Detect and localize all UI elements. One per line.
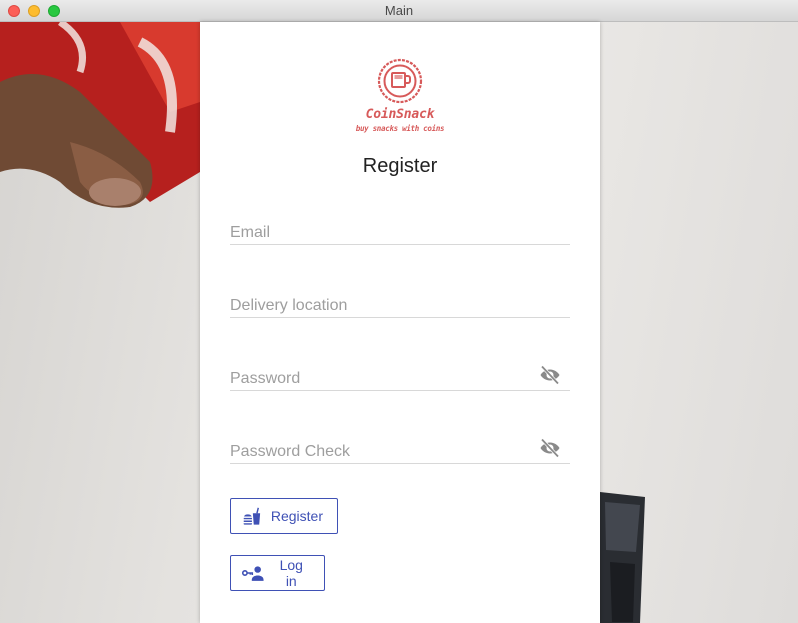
coin-cup-icon: [377, 58, 423, 104]
register-button[interactable]: Register: [230, 498, 338, 534]
login-button-label: Log in: [279, 557, 303, 589]
email-field[interactable]: [230, 221, 570, 245]
window-title: Main: [384, 3, 414, 18]
person-key-icon: [241, 566, 264, 581]
delivery-location-field-wrapper: [230, 288, 570, 318]
delivery-location-field[interactable]: [230, 294, 570, 318]
password-check-field-wrapper: [230, 434, 570, 464]
brand-name: CoinSnack: [365, 107, 435, 122]
email-field-wrapper: [230, 215, 570, 245]
visibility-off-icon[interactable]: [538, 363, 562, 387]
password-check-field[interactable]: [230, 440, 570, 464]
login-button[interactable]: Log in: [230, 555, 325, 591]
register-card: CoinSnack buy snacks with coins Register: [200, 22, 600, 623]
password-field[interactable]: [230, 367, 570, 391]
fastfood-icon: [243, 507, 261, 525]
logo: CoinSnack buy snacks with coins: [350, 56, 450, 136]
title-bar: Main: [0, 0, 798, 22]
password-field-wrapper: [230, 361, 570, 391]
app-window: Main CoinSnack buy snacks with coins Reg…: [0, 0, 798, 623]
register-button-label: Register: [270, 508, 323, 524]
page-title: Register: [362, 155, 438, 177]
visibility-off-icon[interactable]: [538, 436, 562, 460]
brand-tagline: buy snacks with coins: [355, 124, 445, 133]
